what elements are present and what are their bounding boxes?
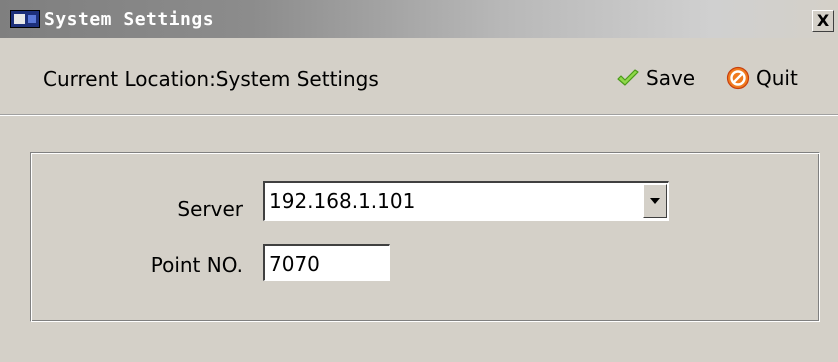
toolbar-divider <box>0 114 838 116</box>
settings-group-panel <box>30 152 820 322</box>
system-settings-window: System Settings X Current Location:Syste… <box>0 0 838 362</box>
current-location-text: Current Location:System Settings <box>43 67 379 91</box>
server-select[interactable]: 192.168.1.101 <box>263 181 669 221</box>
title-bar[interactable]: System Settings X <box>0 0 838 38</box>
save-label: Save <box>646 66 696 90</box>
app-window-icon <box>10 10 40 28</box>
server-label: Server <box>177 197 243 221</box>
checkmark-icon <box>617 69 639 86</box>
window-title: System Settings <box>44 9 215 30</box>
point-no-value: 7070 <box>269 252 320 276</box>
chevron-down-icon[interactable] <box>643 184 667 218</box>
no-entry-icon <box>726 66 750 90</box>
save-button[interactable]: Save <box>616 64 695 92</box>
quit-label: Quit <box>756 66 798 90</box>
close-button[interactable]: X <box>812 10 834 32</box>
point-no-input[interactable]: 7070 <box>263 244 390 281</box>
quit-button[interactable]: Quit <box>726 64 798 92</box>
point-no-label: Point NO. <box>150 253 243 277</box>
server-value: 192.168.1.101 <box>269 189 416 213</box>
